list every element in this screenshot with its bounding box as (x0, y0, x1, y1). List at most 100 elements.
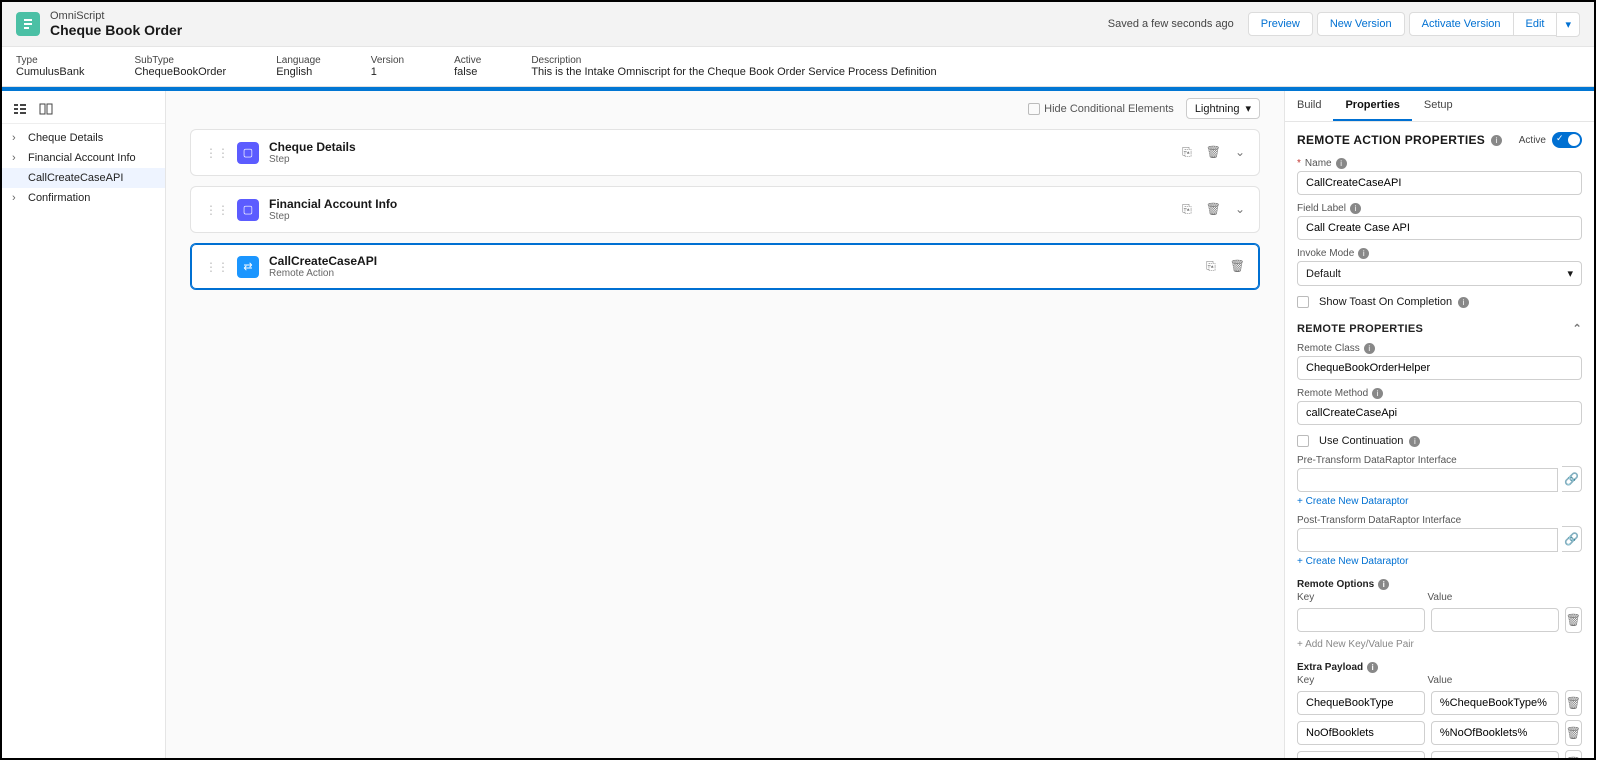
info-icon[interactable]: i (1458, 297, 1469, 308)
key-header: Key (1297, 675, 1422, 686)
create-dataraptor-link[interactable]: + Create New Dataraptor (1297, 496, 1408, 507)
create-dataraptor-link[interactable]: + Create New Dataraptor (1297, 556, 1408, 567)
step-title: Financial Account Info (269, 197, 397, 211)
drag-handle-icon[interactable]: ⋮⋮ (205, 203, 229, 217)
hide-cond-label: Hide Conditional Elements (1044, 103, 1174, 115)
info-icon[interactable]: i (1350, 203, 1361, 214)
meta-active-value: false (454, 66, 481, 78)
delete-icon[interactable]: 🗑 (1230, 259, 1245, 274)
theme-value: Lightning (1195, 103, 1240, 115)
step-title: CallCreateCaseAPI (269, 254, 377, 268)
copy-icon[interactable]: ⎘ (1206, 259, 1216, 274)
info-icon[interactable]: i (1364, 343, 1375, 354)
meta-type-label: Type (16, 55, 84, 66)
info-icon[interactable]: i (1372, 388, 1383, 399)
chevron-down-icon[interactable]: ⌄ (1235, 202, 1245, 217)
breadcrumb: OmniScript (50, 10, 182, 22)
field-label-input[interactable] (1297, 216, 1582, 240)
theme-select[interactable]: Lightning▾ (1186, 98, 1260, 119)
invoke-mode-select[interactable]: Default▾ (1297, 261, 1582, 286)
payload-row: 🗑 (1297, 720, 1582, 746)
meta-ver-label: Version (371, 55, 404, 66)
value-header: Value (1428, 592, 1553, 603)
step-title: Cheque Details (269, 140, 356, 154)
info-icon[interactable]: i (1409, 436, 1420, 447)
chevron-down-icon[interactable]: ⌄ (1235, 145, 1245, 160)
sidebar-item-cheque-details[interactable]: ›Cheque Details (2, 128, 165, 148)
info-icon[interactable]: i (1378, 579, 1389, 590)
step-icon: ▢ (237, 199, 259, 221)
sidebar: ›Cheque Details ›Financial Account Info … (2, 91, 166, 758)
edit-button[interactable]: Edit (1513, 12, 1558, 36)
tab-setup[interactable]: Setup (1412, 91, 1465, 121)
activate-version-button[interactable]: Activate Version (1409, 12, 1514, 36)
info-icon[interactable]: i (1336, 158, 1347, 169)
tab-build[interactable]: Build (1285, 91, 1333, 121)
active-toggle[interactable]: ✓ (1552, 132, 1582, 148)
invoke-mode-label: Invoke Mode (1297, 248, 1354, 259)
chevron-right-icon: › (12, 132, 24, 144)
delete-row-icon[interactable]: 🗑 (1565, 750, 1582, 758)
delete-row-icon[interactable]: 🗑 (1565, 720, 1582, 746)
step-icon: ▢ (237, 142, 259, 164)
remote-action-icon: ⇄ (237, 256, 259, 278)
properties-panel: Build Properties Setup REMOTE ACTION PRO… (1284, 91, 1594, 758)
post-transform-label: Post-Transform DataRaptor Interface (1297, 515, 1461, 526)
show-toast-checkbox[interactable]: Show Toast On Completioni (1297, 296, 1582, 308)
value-header: Value (1428, 675, 1553, 686)
tab-properties[interactable]: Properties (1333, 91, 1411, 121)
delete-icon[interactable]: 🗑 (1206, 145, 1221, 160)
drag-handle-icon[interactable]: ⋮⋮ (205, 260, 229, 274)
field-label-label: Field Label (1297, 203, 1346, 214)
more-menu-button[interactable]: ▾ (1556, 12, 1580, 37)
payload-value-input[interactable] (1431, 751, 1559, 758)
info-icon[interactable]: i (1358, 248, 1369, 259)
info-icon[interactable]: i (1367, 662, 1378, 673)
delete-row-icon[interactable]: 🗑 (1565, 690, 1582, 716)
meta-subtype-value: ChequeBookOrder (134, 66, 226, 78)
extra-payload-label: Extra Payload (1297, 662, 1363, 673)
drag-handle-icon[interactable]: ⋮⋮ (205, 146, 229, 160)
link-icon[interactable]: 🔗 (1562, 526, 1582, 552)
delete-row-icon[interactable]: 🗑 (1565, 607, 1582, 633)
collapse-icon[interactable]: ⌃ (1572, 322, 1582, 335)
copy-icon[interactable]: ⎘ (1182, 202, 1192, 217)
step-card-callcreatecaseapi[interactable]: ⋮⋮ ⇄ CallCreateCaseAPIRemote Action ⎘🗑 (190, 243, 1260, 290)
info-icon[interactable]: i (1491, 135, 1502, 146)
remote-opt-value-input[interactable] (1431, 608, 1559, 632)
sidebar-item-confirmation[interactable]: ›Confirmation (2, 188, 165, 208)
remote-opt-key-input[interactable] (1297, 608, 1425, 632)
post-transform-input[interactable] (1297, 528, 1558, 552)
payload-value-input[interactable] (1431, 691, 1559, 715)
payload-key-input[interactable] (1297, 691, 1425, 715)
payload-key-input[interactable] (1297, 721, 1425, 745)
meta-subtype-label: SubType (134, 55, 226, 66)
remote-method-label: Remote Method (1297, 388, 1368, 399)
step-card-financial-account[interactable]: ⋮⋮ ▢ Financial Account InfoStep ⎘🗑⌄ (190, 186, 1260, 233)
step-card-cheque-details[interactable]: ⋮⋮ ▢ Cheque DetailsStep ⎘🗑⌄ (190, 129, 1260, 176)
name-input[interactable] (1297, 171, 1582, 195)
link-icon[interactable]: 🔗 (1562, 466, 1582, 492)
save-status: Saved a few seconds ago (1108, 18, 1234, 30)
page-title: Cheque Book Order (50, 22, 182, 38)
props-title: REMOTE ACTION PROPERTIES (1297, 133, 1485, 147)
split-view-icon[interactable] (38, 101, 54, 117)
sidebar-item-financial-account[interactable]: ›Financial Account Info (2, 148, 165, 168)
add-kv-link[interactable]: + Add New Key/Value Pair (1297, 639, 1414, 650)
copy-icon[interactable]: ⎘ (1182, 145, 1192, 160)
remote-method-input[interactable] (1297, 401, 1582, 425)
remote-class-input[interactable] (1297, 356, 1582, 380)
new-version-button[interactable]: New Version (1317, 12, 1405, 36)
use-continuation-label: Use Continuation (1319, 435, 1403, 447)
payload-value-input[interactable] (1431, 721, 1559, 745)
sidebar-item-callcreatecaseapi[interactable]: CallCreateCaseAPI (2, 168, 165, 188)
preview-button[interactable]: Preview (1248, 12, 1313, 36)
hide-conditional-checkbox[interactable]: Hide Conditional Elements (1028, 103, 1174, 115)
meta-lang-value: English (276, 66, 321, 78)
pre-transform-input[interactable] (1297, 468, 1558, 492)
delete-icon[interactable]: 🗑 (1206, 202, 1221, 217)
canvas: Theme Hide Conditional Elements Lightnin… (166, 91, 1284, 758)
tree-view-icon[interactable] (12, 101, 28, 117)
payload-key-input[interactable] (1297, 751, 1425, 758)
use-continuation-checkbox[interactable]: Use Continuation i (1297, 435, 1582, 447)
